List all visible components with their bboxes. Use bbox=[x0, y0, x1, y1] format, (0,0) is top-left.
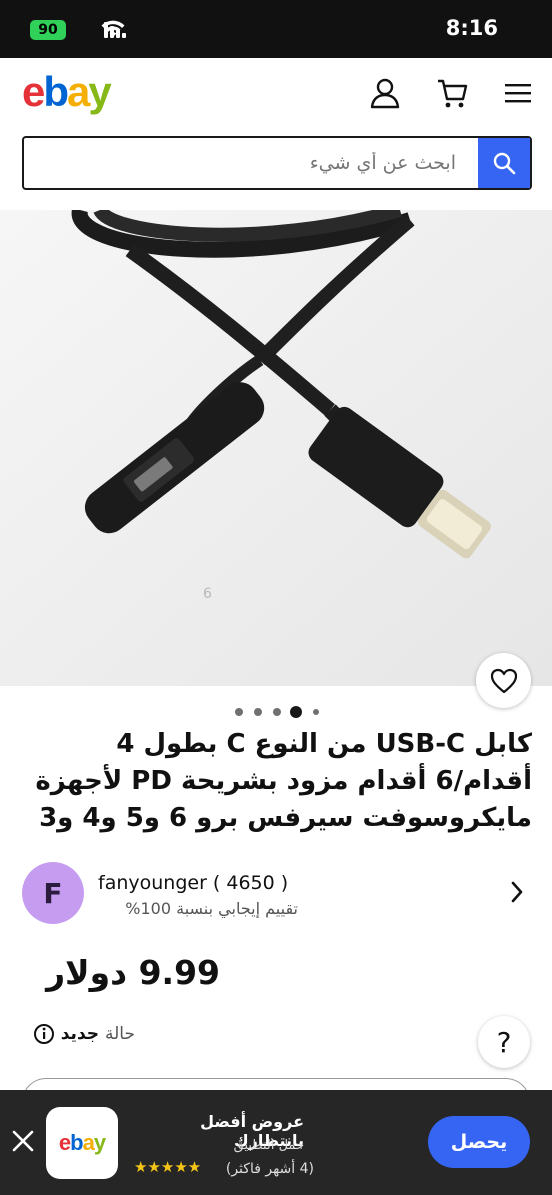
rating-stars: ★★★★★ bbox=[134, 1158, 202, 1176]
cell-signal-icon bbox=[104, 22, 126, 38]
info-icon[interactable] bbox=[33, 1023, 55, 1045]
usb-c-cable-image: 6 bbox=[0, 210, 552, 686]
carousel-dot[interactable] bbox=[254, 708, 262, 716]
watchlist-button[interactable] bbox=[476, 653, 531, 708]
product-image[interactable]: 6 bbox=[0, 210, 552, 686]
ebay-logo[interactable]: ebay bbox=[22, 68, 112, 116]
seller-feedback: تقييم إيجابي بنسبة 100% bbox=[125, 899, 298, 918]
condition-label: حالة bbox=[105, 1024, 135, 1044]
help-button[interactable]: ? bbox=[478, 1016, 530, 1068]
search-input[interactable] bbox=[24, 138, 478, 188]
image-carousel-dots bbox=[0, 704, 552, 720]
seller-name[interactable]: fanyounger ( 4650 ) bbox=[98, 872, 288, 894]
heart-icon bbox=[490, 668, 517, 693]
item-condition: حالة جديد bbox=[20, 1020, 135, 1048]
carousel-dot[interactable] bbox=[313, 709, 319, 715]
close-icon[interactable] bbox=[10, 1128, 36, 1154]
carousel-dot[interactable] bbox=[273, 708, 281, 716]
account-icon[interactable] bbox=[368, 76, 402, 110]
carousel-dot-active[interactable] bbox=[290, 706, 302, 718]
product-title: كابل USB-C من النوع C بطول 4 أقدام/6 أقد… bbox=[35, 729, 532, 833]
get-app-button[interactable]: يحصل bbox=[428, 1116, 530, 1168]
clock: 8:16 bbox=[445, 16, 498, 40]
chevron-right-icon[interactable] bbox=[510, 880, 524, 904]
image-watermark: 6 bbox=[203, 586, 212, 602]
ebay-app-logo: ebay bbox=[46, 1107, 118, 1179]
seller-avatar[interactable]: F bbox=[22, 862, 84, 924]
app-download-banner: ebay عروض أفضل بانتظارك حمل التطبيق ★★★★… bbox=[0, 1090, 552, 1195]
carousel-dot[interactable] bbox=[235, 708, 243, 716]
site-header: ebay bbox=[0, 58, 552, 210]
battery-icon: 90 bbox=[30, 20, 66, 40]
status-bar: 90 8:16 bbox=[0, 0, 552, 58]
condition-value: جديد bbox=[60, 1024, 100, 1044]
menu-icon[interactable] bbox=[502, 76, 536, 110]
search-bar bbox=[22, 136, 532, 190]
battery-level: 90 bbox=[38, 22, 58, 38]
search-icon bbox=[493, 152, 516, 175]
search-button[interactable] bbox=[478, 138, 530, 188]
product-price: 9.99 دولار bbox=[46, 953, 220, 992]
rating-text: (4 أشهر فاكثر) bbox=[225, 1161, 314, 1177]
banner-subtitle: حمل التطبيق bbox=[233, 1138, 304, 1153]
cart-icon[interactable] bbox=[436, 76, 470, 110]
